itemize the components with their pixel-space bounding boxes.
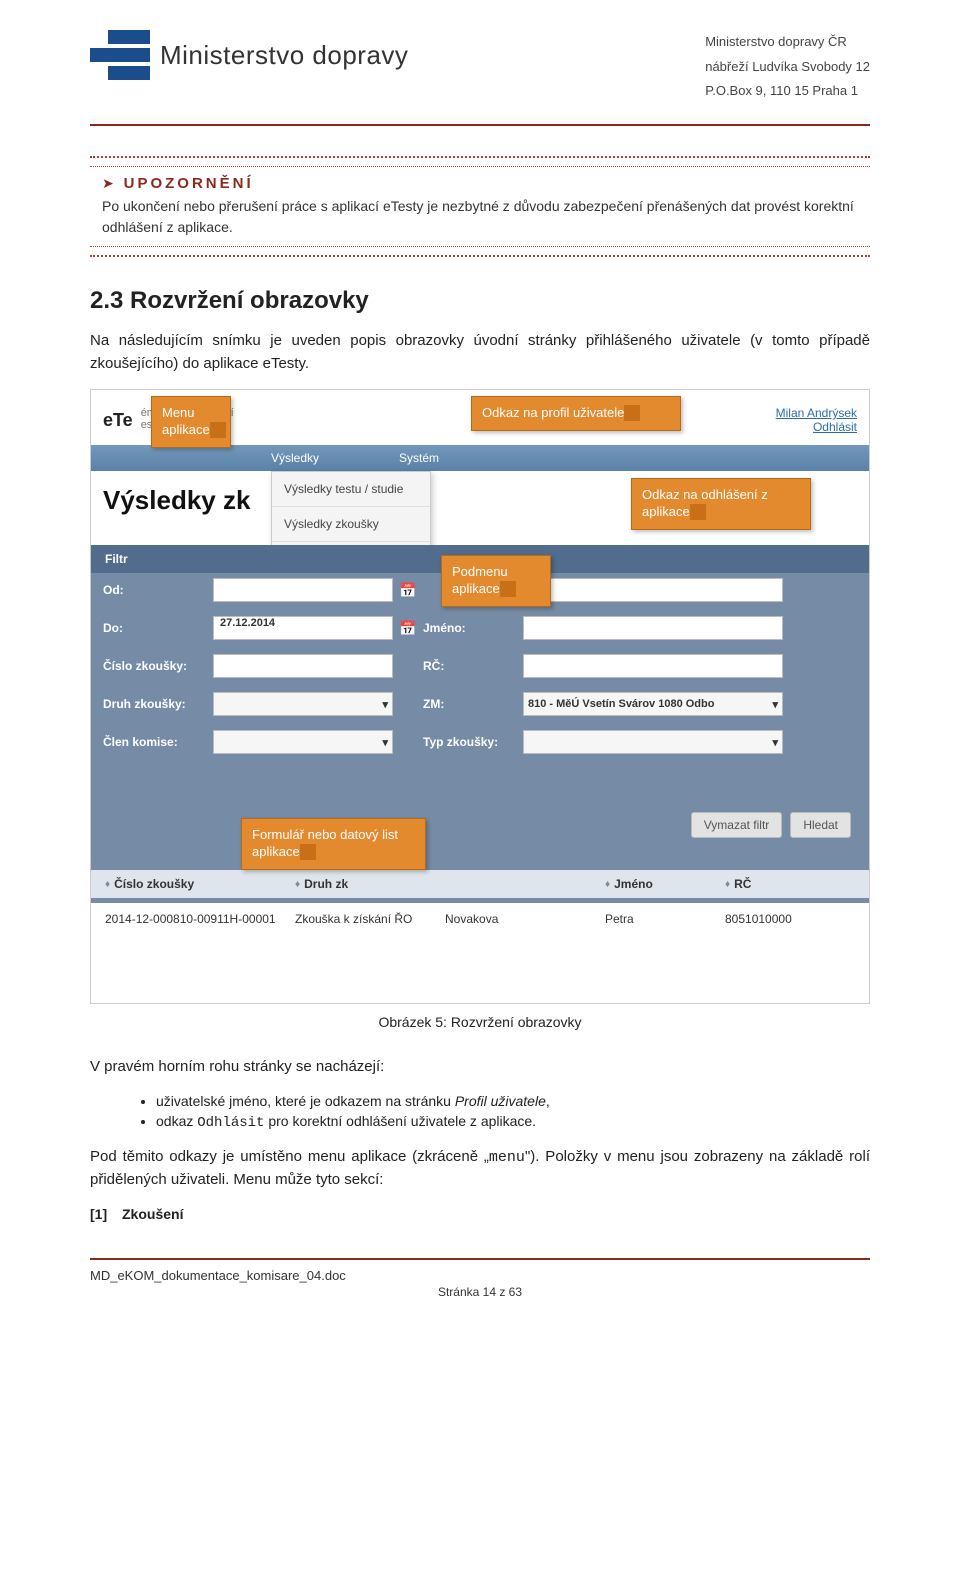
button-vymazat-filtr[interactable]: Vymazat filtr bbox=[691, 812, 783, 838]
chevron-down-icon: ▾ bbox=[772, 698, 778, 711]
table-header: ♦ Číslo zkoušky ♦ Druh zk ♦ Jméno ♦ RČ bbox=[91, 870, 869, 898]
page-header: Ministerstvo dopravy Ministerstvo doprav… bbox=[90, 30, 870, 104]
label-typ: Typ zkoušky: bbox=[423, 735, 523, 749]
ministry-address: Ministerstvo dopravy ČR nábřeží Ludvíka … bbox=[705, 30, 870, 104]
logo-block: Ministerstvo dopravy bbox=[90, 30, 408, 80]
addr-line-2: nábřeží Ludvíka Svobody 12 bbox=[705, 55, 870, 80]
figure-caption: Obrázek 5: Rozvržení obrazovky bbox=[90, 1014, 870, 1030]
chevron-down-icon: ▾ bbox=[772, 736, 778, 749]
page-footer: MD_eKOM_dokumentace_komisare_04.doc Strá… bbox=[90, 1268, 870, 1299]
section-intro: Na následujícím snímku je uveden popis o… bbox=[90, 330, 870, 375]
select-druh[interactable]: ▾ bbox=[213, 692, 393, 716]
footer-filename: MD_eKOM_dokumentace_komisare_04.doc bbox=[90, 1268, 870, 1283]
chevron-down-icon: ▾ bbox=[382, 736, 388, 749]
callout-logout: Odkaz na odhlášení z aplikace bbox=[631, 478, 811, 530]
sort-icon[interactable]: ♦ bbox=[725, 879, 730, 890]
label-rc: RČ: bbox=[423, 659, 523, 673]
notice-box: ➤ UPOZORNĚNÍ Po ukončení nebo přerušení … bbox=[90, 156, 870, 257]
after-p2: Pod těmito odkazy je umístěno menu aplik… bbox=[90, 1146, 870, 1192]
menu-system[interactable]: Systém bbox=[399, 451, 439, 465]
th-druh[interactable]: Druh zk bbox=[304, 877, 348, 891]
ministry-logo-icon bbox=[90, 30, 150, 80]
callout-menu: Menu aplikace bbox=[151, 396, 231, 448]
chevron-down-icon: ▾ bbox=[382, 698, 388, 711]
numbered-item-1: [1]Zkoušení bbox=[90, 1206, 870, 1222]
label-cislo: Číslo zkoušky: bbox=[103, 659, 213, 673]
bullet-list: uživatelské jméno, které je odkazem na s… bbox=[116, 1093, 870, 1131]
th-cislo[interactable]: Číslo zkoušky bbox=[114, 877, 194, 891]
menu-vysledky[interactable]: Výsledky bbox=[271, 451, 319, 465]
after-p1: V pravém horním rohu stránky se nacházej… bbox=[90, 1056, 870, 1079]
sort-icon[interactable]: ♦ bbox=[105, 879, 110, 890]
user-profile-link[interactable]: Milan Andrýsek bbox=[776, 406, 857, 420]
label-druh: Druh zkoušky: bbox=[103, 697, 213, 711]
cell-cislo: 2014-12-000810-00911H-00001 bbox=[105, 912, 295, 926]
addr-line-1: Ministerstvo dopravy ČR bbox=[705, 30, 870, 55]
label-do: Do: bbox=[103, 621, 213, 635]
label-clen: Člen komise: bbox=[103, 735, 213, 749]
cell-jmeno: Petra bbox=[605, 912, 725, 926]
cell-prijmeni: Novakova bbox=[445, 912, 605, 926]
submenu-item-vysledky-testu[interactable]: Výsledky testu / studie bbox=[272, 472, 430, 507]
notice-title: UPOZORNĚNÍ bbox=[124, 175, 254, 192]
callout-form: Formulář nebo datový list aplikace bbox=[241, 818, 426, 870]
screen-page-title: Výsledky zk bbox=[103, 485, 250, 516]
cell-druh: Zkouška k získání ŘO bbox=[295, 912, 445, 926]
logout-link[interactable]: Odhlásit bbox=[776, 420, 857, 434]
header-divider bbox=[90, 124, 870, 126]
callout-profile: Odkaz na profil uživatele bbox=[471, 396, 681, 431]
table-row[interactable]: 2014-12-000810-00911H-00001 Zkouška k zí… bbox=[91, 906, 869, 932]
input-jmeno[interactable] bbox=[523, 616, 783, 640]
button-hledat[interactable]: Hledat bbox=[790, 812, 851, 838]
select-typ[interactable]: ▾ bbox=[523, 730, 783, 754]
sort-icon[interactable]: ♦ bbox=[605, 879, 610, 890]
callout-submenu: Podmenu aplikace bbox=[441, 555, 551, 607]
screenshot-figure: eTe ém pro vykonávání estů Milan Andrýse… bbox=[90, 389, 870, 1004]
addr-line-3: P.O.Box 9, 110 15 Praha 1 bbox=[705, 79, 870, 104]
calendar-icon[interactable]: 📅 bbox=[393, 582, 423, 599]
notice-body: Po ukončení nebo přerušení práce s aplik… bbox=[102, 196, 858, 238]
label-zm: ZM: bbox=[423, 697, 523, 711]
input-od[interactable] bbox=[213, 578, 393, 602]
notice-bullet-icon: ➤ bbox=[102, 175, 114, 191]
footer-divider bbox=[90, 1258, 870, 1260]
app-menubar: Výsledky Systém bbox=[91, 445, 869, 471]
select-clen[interactable]: ▾ bbox=[213, 730, 393, 754]
th-rc[interactable]: RČ bbox=[734, 877, 751, 891]
ministry-name: Ministerstvo dopravy bbox=[160, 40, 408, 71]
list-item: uživatelské jméno, které je odkazem na s… bbox=[156, 1093, 870, 1109]
calendar-icon[interactable]: 📅 bbox=[393, 620, 423, 637]
input-od-right[interactable] bbox=[523, 578, 783, 602]
list-item: odkaz Odhlásit pro korektní odhlášení už… bbox=[156, 1113, 870, 1131]
input-do[interactable]: 27.12.2014 bbox=[213, 616, 393, 640]
section-heading: 2.3 Rozvržení obrazovky bbox=[90, 287, 870, 315]
footer-page-number: Stránka 14 z 63 bbox=[90, 1285, 870, 1299]
label-od: Od: bbox=[103, 583, 213, 597]
select-zm[interactable]: 810 - MěÚ Vsetín Svárov 1080 Odbo▾ bbox=[523, 692, 783, 716]
label-jmeno: Jméno: bbox=[423, 621, 523, 635]
th-jmeno[interactable]: Jméno bbox=[614, 877, 653, 891]
input-cislo[interactable] bbox=[213, 654, 393, 678]
cell-rc: 8051010000 bbox=[725, 912, 855, 926]
input-rc[interactable] bbox=[523, 654, 783, 678]
submenu-item-vysledky-zkousky[interactable]: Výsledky zkoušky bbox=[272, 507, 430, 542]
sort-icon[interactable]: ♦ bbox=[295, 879, 300, 890]
app-name-fragment: eTe bbox=[103, 410, 133, 431]
